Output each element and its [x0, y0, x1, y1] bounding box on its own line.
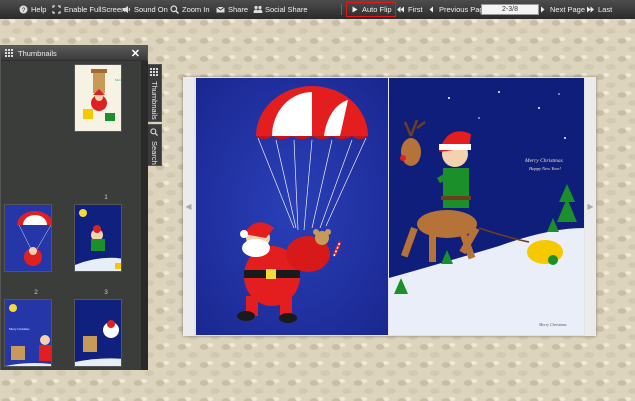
help-label: Help [31, 5, 47, 14]
auto-flip-button[interactable]: Auto Flip [346, 2, 396, 17]
social-share-button[interactable]: Social Share [253, 0, 308, 19]
double-left-icon [396, 5, 405, 14]
share-label: Share [228, 5, 249, 14]
first-page-button[interactable]: First [396, 0, 423, 19]
toolbar-divider [341, 4, 342, 15]
tab-search[interactable]: Search [148, 124, 162, 166]
thumbnail-number-1: 1 [104, 194, 108, 201]
first-page-label: First [408, 5, 423, 14]
share-button[interactable]: Share [216, 0, 248, 19]
grid-icon [150, 68, 159, 77]
next-page-label: Next Page [550, 5, 586, 14]
right-page-footer-text: Merry Christmas [538, 322, 567, 327]
next-page-arrow[interactable]: ▶ [585, 77, 596, 336]
sound-button[interactable]: Sound On [122, 0, 168, 19]
play-icon [350, 5, 359, 14]
magnifier-icon [150, 128, 159, 137]
thumbnail-page-4[interactable]: Merry Christmas [4, 299, 52, 367]
svg-text:?: ? [22, 7, 26, 14]
right-page-greeting-2: Happy New Year! [528, 166, 561, 171]
zoom-label: Zoom In [182, 5, 210, 14]
prev-page-arrow[interactable]: ◀ [183, 77, 194, 336]
toolbar: ? Help Enable FullScreen Sound On Zoom I… [0, 0, 635, 19]
thumbnail-number-2: 2 [34, 289, 38, 296]
page-number-input[interactable]: 2-3/8 [481, 4, 539, 15]
double-right-icon [586, 5, 595, 14]
zoom-in-button[interactable]: Zoom In [170, 0, 210, 19]
magnifier-icon [170, 5, 179, 14]
people-icon [253, 5, 263, 14]
thumbnail-page-1[interactable]: Merry [74, 64, 122, 132]
thumbnail-number-3: 3 [104, 289, 108, 296]
thumbnails-panel: Thumbnails ✕ Merry 1 2 3 Merry Christmas [0, 45, 148, 370]
svg-text:Merry: Merry [115, 78, 122, 82]
left-page[interactable] [196, 78, 388, 335]
right-page[interactable]: Merry Christmas Happy New Year! Merry Ch… [389, 78, 584, 335]
fullscreen-button[interactable]: Enable FullScreen [52, 0, 125, 19]
auto-flip-label: Auto Flip [362, 5, 392, 14]
thumbnail-4-greeting: Merry Christmas [9, 327, 30, 331]
thumbnails-title: Thumbnails [18, 48, 57, 58]
mail-icon [216, 5, 225, 14]
grid-icon [5, 48, 14, 58]
tab-search-label: Search [150, 141, 159, 165]
social-share-label: Social Share [265, 5, 308, 14]
thumbnails-scrollbar[interactable] [141, 61, 148, 370]
thumbnail-page-5[interactable] [74, 299, 122, 367]
chevron-right-icon [538, 5, 547, 14]
tab-thumbnails-label: Thumbnails [150, 81, 159, 120]
thumbnail-page-2[interactable] [4, 204, 52, 272]
sound-label: Sound On [134, 5, 168, 14]
help-icon: ? [19, 5, 28, 14]
previous-page-button[interactable]: Previous Page [427, 0, 488, 19]
thumbnail-page-3[interactable] [74, 204, 122, 272]
flipbook: ◀ ▶ Merry Christmas Happy New Year! Merr… [183, 77, 596, 336]
right-page-greeting-1: Merry Christmas [524, 158, 563, 164]
speaker-icon [122, 5, 131, 14]
fullscreen-icon [52, 5, 61, 14]
help-button[interactable]: ? Help [19, 0, 46, 19]
close-icon[interactable]: ✕ [131, 47, 140, 60]
chevron-left-icon [427, 5, 436, 14]
last-page-label: Last [598, 5, 613, 14]
next-page-button[interactable]: Next Page [538, 0, 585, 19]
last-page-button[interactable]: Last [586, 0, 612, 19]
thumbnails-header: Thumbnails [1, 46, 147, 60]
tab-thumbnails[interactable]: Thumbnails [148, 64, 162, 122]
thumbnails-list: Merry 1 2 3 Merry Christmas [1, 61, 141, 370]
fullscreen-label: Enable FullScreen [64, 5, 126, 14]
